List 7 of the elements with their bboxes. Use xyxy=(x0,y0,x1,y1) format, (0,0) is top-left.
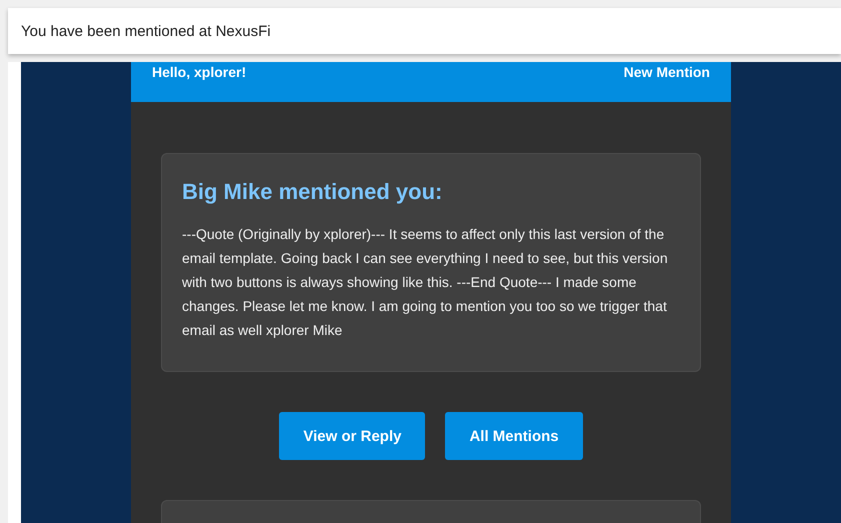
email-subject: You have been mentioned at NexusFi xyxy=(21,22,271,40)
email-button[interactable]: All Mentions xyxy=(445,412,583,460)
header-label: New Mention xyxy=(624,63,710,82)
email-button[interactable]: View or Reply xyxy=(279,412,426,460)
mention-title: Big Mike mentioned you: xyxy=(182,179,444,205)
greeting: Hello, xplorer! xyxy=(152,63,246,82)
mention-text: ---Quote (Originally by xplorer)--- It seems to affect only this last version of the email template. Going back I can see everything I need to see, but this version with two buttons is always showing like this. ---End Quote--- I made some changes. Please let me know. I am going to mention you too so we trigger that email as well xplorer Mike xyxy=(182,225,669,340)
